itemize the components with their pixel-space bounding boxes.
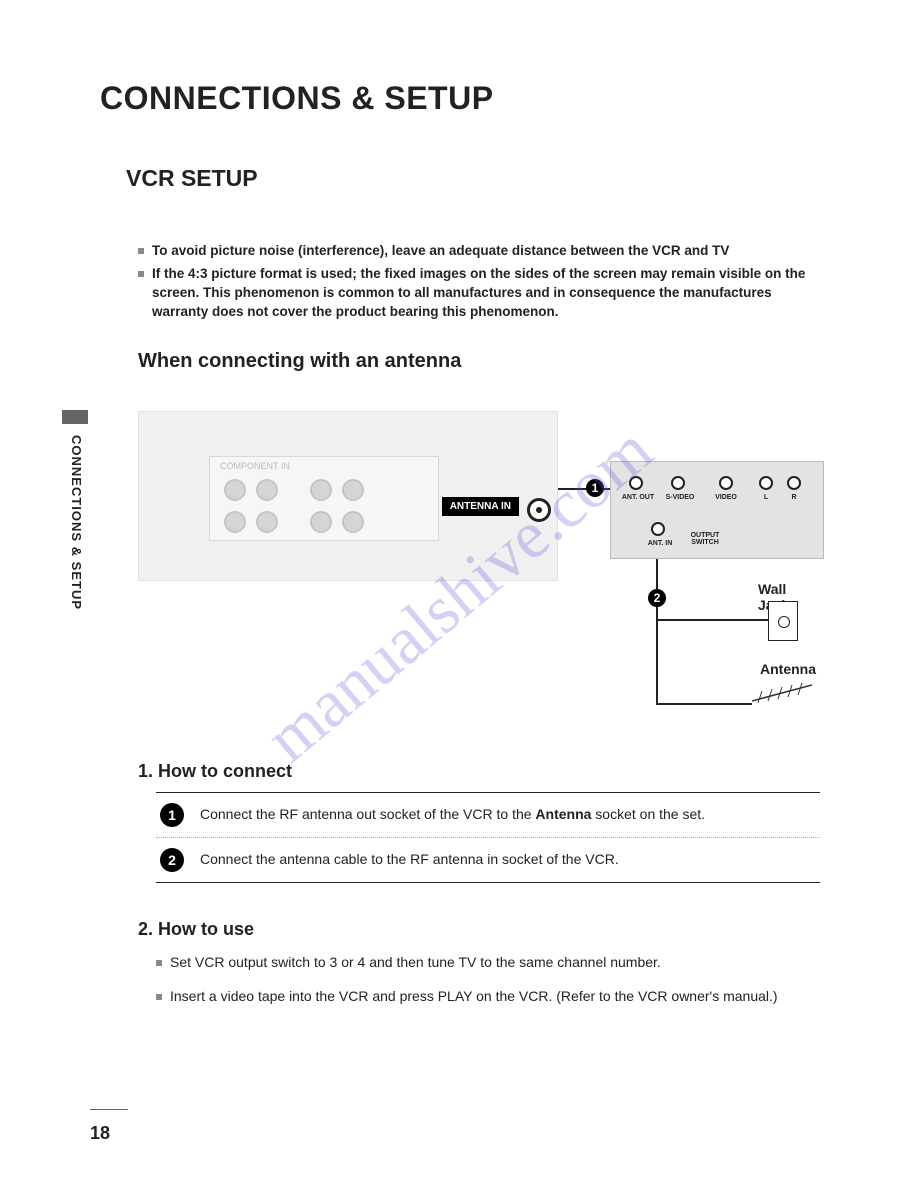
cable-to-antenna	[656, 703, 752, 705]
antenna-in-port	[527, 498, 551, 522]
antenna-in-label: ANTENNA IN	[450, 501, 511, 512]
step-number-1: 1	[160, 803, 184, 827]
step-text-before: Connect the antenna cable to the RF ante…	[200, 851, 619, 867]
component-port	[224, 479, 246, 501]
connect-step-row: 1 Connect the RF antenna out socket of t…	[156, 793, 820, 838]
wall-jack-icon	[768, 601, 798, 641]
component-in-label: COMPONENT IN	[220, 461, 290, 471]
page-number: 18	[90, 1123, 110, 1144]
component-port	[342, 511, 364, 533]
connect-step-row: 2 Connect the antenna cable to the RF an…	[156, 838, 820, 883]
vcr-audio-l-port	[759, 476, 773, 490]
vcr-ant-in-port	[651, 522, 665, 536]
antenna-label: Antenna	[760, 661, 816, 677]
vcr-output-switch-label: OUTPUT SWITCH	[685, 532, 725, 546]
antenna-connect-heading: When connecting with an antenna	[138, 350, 828, 373]
tv-back-panel: COMPONENT IN ANTENNA IN	[138, 411, 558, 581]
antenna-in-badge: ANTENNA IN	[442, 497, 519, 516]
component-port	[256, 511, 278, 533]
cable-to-walljack	[656, 619, 768, 621]
section-title: VCR SETUP	[126, 165, 828, 192]
component-port	[256, 479, 278, 501]
warning-notes: To avoid picture noise (interference), l…	[138, 242, 818, 322]
component-port	[310, 511, 332, 533]
component-port	[224, 511, 246, 533]
vcr-back-panel: ANT. OUT S-VIDEO VIDEO L R ANT. IN OUTPU…	[610, 461, 824, 559]
sidebar-tab-marker	[62, 410, 88, 424]
vcr-video-port	[719, 476, 733, 490]
component-in-group: COMPONENT IN	[209, 456, 439, 541]
page-number-rule	[90, 1109, 128, 1110]
sidebar-section-label: CONNECTIONS & SETUP	[62, 435, 84, 610]
step-text-bold: Antenna	[535, 806, 591, 822]
use-item: Set VCR output switch to 3 or 4 and then…	[156, 954, 828, 970]
cable-vertical	[656, 559, 658, 705]
vcr-ant-in-label: ANT. IN	[643, 540, 677, 547]
note-item: To avoid picture noise (interference), l…	[138, 242, 818, 261]
connection-diagram: COMPONENT IN ANTENNA IN 1 ANT. OUT S-VID…	[138, 391, 818, 721]
step-text-after: socket on the set.	[591, 806, 705, 822]
page-title: CONNECTIONS & SETUP	[100, 80, 828, 117]
step-number-2: 2	[160, 848, 184, 872]
component-port	[310, 479, 332, 501]
vcr-svideo-port	[671, 476, 685, 490]
component-port	[342, 479, 364, 501]
step-badge-1: 1	[586, 479, 604, 497]
step-text: Connect the RF antenna out socket of the…	[200, 803, 705, 822]
vcr-audio-l-label: L	[759, 494, 773, 501]
note-item: If the 4:3 picture format is used; the f…	[138, 265, 818, 322]
vcr-ant-out-port	[629, 476, 643, 490]
use-item: Insert a video tape into the VCR and pre…	[156, 988, 828, 1004]
how-to-use-list: Set VCR output switch to 3 or 4 and then…	[156, 954, 828, 1004]
vcr-svideo-label: S-VIDEO	[663, 494, 697, 501]
step-badge-2: 2	[648, 589, 666, 607]
vcr-audio-r-port	[787, 476, 801, 490]
step-text: Connect the antenna cable to the RF ante…	[200, 848, 619, 867]
vcr-video-label: VIDEO	[711, 494, 741, 501]
how-to-use-heading: 2. How to use	[138, 919, 828, 940]
vcr-ant-out-label: ANT. OUT	[621, 494, 655, 501]
how-to-connect-heading: 1. How to connect	[138, 761, 828, 782]
antenna-icon	[752, 681, 812, 708]
step-text-before: Connect the RF antenna out socket of the…	[200, 806, 535, 822]
vcr-audio-r-label: R	[787, 494, 801, 501]
